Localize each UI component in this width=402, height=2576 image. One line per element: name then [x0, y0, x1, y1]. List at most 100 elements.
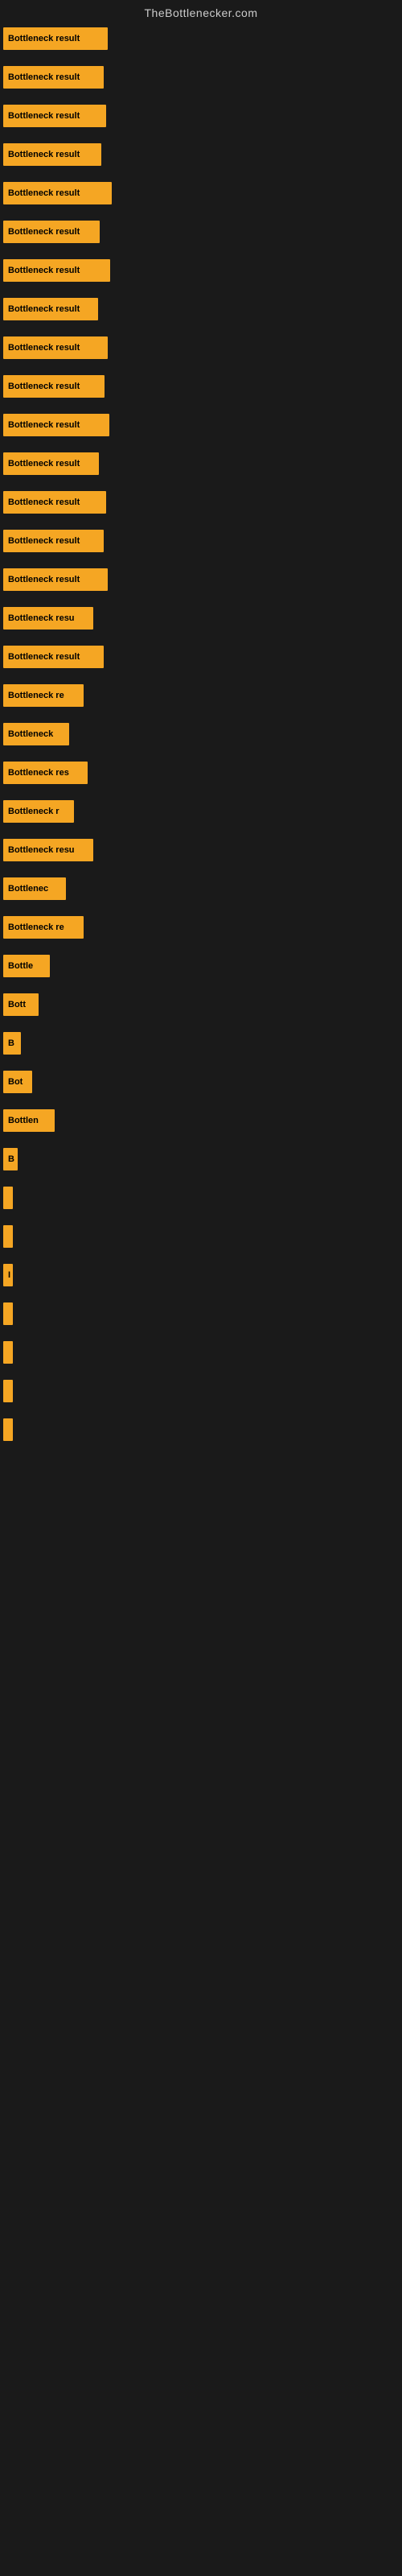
bottleneck-bar-3[interactable]: Bottleneck result [3, 105, 106, 127]
bottleneck-bar-16[interactable]: Bottleneck resu [3, 607, 93, 630]
bottleneck-bar-13[interactable]: Bottleneck result [3, 491, 106, 514]
bar-row-4: Bottleneck result [0, 138, 402, 171]
bottleneck-bar-24[interactable]: Bottleneck re [3, 916, 84, 939]
bottleneck-bar-19[interactable]: Bottleneck [3, 723, 69, 745]
bar-label-20: Bottleneck res [8, 768, 69, 778]
bar-row-1: Bottleneck result [0, 23, 402, 55]
bottleneck-bar-28[interactable]: Bot [3, 1071, 32, 1093]
bar-label-11: Bottleneck result [8, 420, 80, 430]
bar-label-2: Bottleneck result [8, 72, 80, 82]
bar-label-6: Bottleneck result [8, 227, 80, 237]
bar-row-9: Bottleneck result [0, 332, 402, 364]
bar-label-3: Bottleneck result [8, 111, 80, 121]
bar-label-25: Bottle [8, 961, 33, 971]
bottleneck-bar-6[interactable]: Bottleneck result [3, 221, 100, 243]
bottleneck-bar-34[interactable] [3, 1302, 13, 1325]
bottleneck-bar-26[interactable]: Bott [3, 993, 39, 1016]
bar-row-7: Bottleneck result [0, 254, 402, 287]
bottleneck-bar-12[interactable]: Bottleneck result [3, 452, 99, 475]
bar-label-5: Bottleneck result [8, 188, 80, 198]
bar-row-36 [0, 1375, 402, 1407]
bar-row-33: I [0, 1259, 402, 1291]
bar-label-14: Bottleneck result [8, 536, 80, 546]
bottleneck-bar-17[interactable]: Bottleneck result [3, 646, 104, 668]
bar-label-23: Bottlenec [8, 884, 48, 894]
bottleneck-bar-2[interactable]: Bottleneck result [3, 66, 104, 89]
bar-row-31 [0, 1182, 402, 1214]
bottleneck-bar-7[interactable]: Bottleneck result [3, 259, 110, 282]
bar-label-4: Bottleneck result [8, 150, 80, 159]
bar-label-8: Bottleneck result [8, 304, 80, 314]
bottleneck-bar-32[interactable] [3, 1225, 13, 1248]
bar-row-24: Bottleneck re [0, 911, 402, 943]
bar-row-27: B [0, 1027, 402, 1059]
bar-row-3: Bottleneck result [0, 100, 402, 132]
bar-row-17: Bottleneck result [0, 641, 402, 673]
bottleneck-bar-37[interactable] [3, 1418, 13, 1441]
bar-label-28: Bot [8, 1077, 23, 1087]
bar-row-14: Bottleneck result [0, 525, 402, 557]
bar-row-8: Bottleneck result [0, 293, 402, 325]
bottleneck-bar-20[interactable]: Bottleneck res [3, 762, 88, 784]
bar-row-5: Bottleneck result [0, 177, 402, 209]
bar-label-1: Bottleneck result [8, 34, 80, 43]
bar-label-9: Bottleneck result [8, 343, 80, 353]
bar-label-26: Bott [8, 1000, 26, 1009]
bottleneck-bar-21[interactable]: Bottleneck r [3, 800, 74, 823]
bottleneck-bar-15[interactable]: Bottleneck result [3, 568, 108, 591]
bottleneck-bar-23[interactable]: Bottlenec [3, 877, 66, 900]
bar-row-26: Bott [0, 989, 402, 1021]
bar-label-30: B [8, 1154, 14, 1164]
bar-row-19: Bottleneck [0, 718, 402, 750]
bar-row-21: Bottleneck r [0, 795, 402, 828]
bar-row-15: Bottleneck result [0, 564, 402, 596]
bar-label-19: Bottleneck [8, 729, 53, 739]
bar-row-35 [0, 1336, 402, 1368]
bottleneck-bar-10[interactable]: Bottleneck result [3, 375, 105, 398]
bottleneck-bar-30[interactable]: B [3, 1148, 18, 1170]
bar-label-17: Bottleneck result [8, 652, 80, 662]
bar-label-10: Bottleneck result [8, 382, 80, 391]
bottleneck-bar-22[interactable]: Bottleneck resu [3, 839, 93, 861]
bottleneck-bar-9[interactable]: Bottleneck result [3, 336, 108, 359]
bar-row-22: Bottleneck resu [0, 834, 402, 866]
bottleneck-bar-31[interactable] [3, 1187, 13, 1209]
bottleneck-bar-36[interactable] [3, 1380, 13, 1402]
bottleneck-bar-29[interactable]: Bottlen [3, 1109, 55, 1132]
bar-label-29: Bottlen [8, 1116, 39, 1125]
bottleneck-bar-1[interactable]: Bottleneck result [3, 27, 108, 50]
bottleneck-bar-25[interactable]: Bottle [3, 955, 50, 977]
bar-label-21: Bottleneck r [8, 807, 59, 816]
bars-container: Bottleneck result Bottleneck result Bottle… [0, 23, 402, 1446]
bottleneck-bar-4[interactable]: Bottleneck result [3, 143, 101, 166]
bottleneck-bar-27[interactable]: B [3, 1032, 21, 1055]
bar-label-12: Bottleneck result [8, 459, 80, 469]
bar-row-18: Bottleneck re [0, 679, 402, 712]
bar-row-29: Bottlen [0, 1104, 402, 1137]
bar-label-33: I [8, 1270, 10, 1280]
bar-row-20: Bottleneck res [0, 757, 402, 789]
bar-label-27: B [8, 1038, 14, 1048]
bar-row-10: Bottleneck result [0, 370, 402, 402]
bottleneck-bar-8[interactable]: Bottleneck result [3, 298, 98, 320]
bottleneck-bar-11[interactable]: Bottleneck result [3, 414, 109, 436]
bar-row-12: Bottleneck result [0, 448, 402, 480]
bar-label-18: Bottleneck re [8, 691, 64, 700]
bar-row-16: Bottleneck resu [0, 602, 402, 634]
bottleneck-bar-33[interactable]: I [3, 1264, 13, 1286]
bar-row-11: Bottleneck result [0, 409, 402, 441]
bottleneck-bar-14[interactable]: Bottleneck result [3, 530, 104, 552]
bottleneck-bar-5[interactable]: Bottleneck result [3, 182, 112, 204]
bar-row-23: Bottlenec [0, 873, 402, 905]
bar-label-7: Bottleneck result [8, 266, 80, 275]
bar-label-16: Bottleneck resu [8, 613, 75, 623]
bar-row-6: Bottleneck result [0, 216, 402, 248]
bar-row-13: Bottleneck result [0, 486, 402, 518]
bar-label-22: Bottleneck resu [8, 845, 75, 855]
bar-label-13: Bottleneck result [8, 497, 80, 507]
bar-row-28: Bot [0, 1066, 402, 1098]
bar-row-32 [0, 1220, 402, 1253]
bottleneck-bar-35[interactable] [3, 1341, 13, 1364]
bottleneck-bar-18[interactable]: Bottleneck re [3, 684, 84, 707]
bar-row-30: B [0, 1143, 402, 1175]
